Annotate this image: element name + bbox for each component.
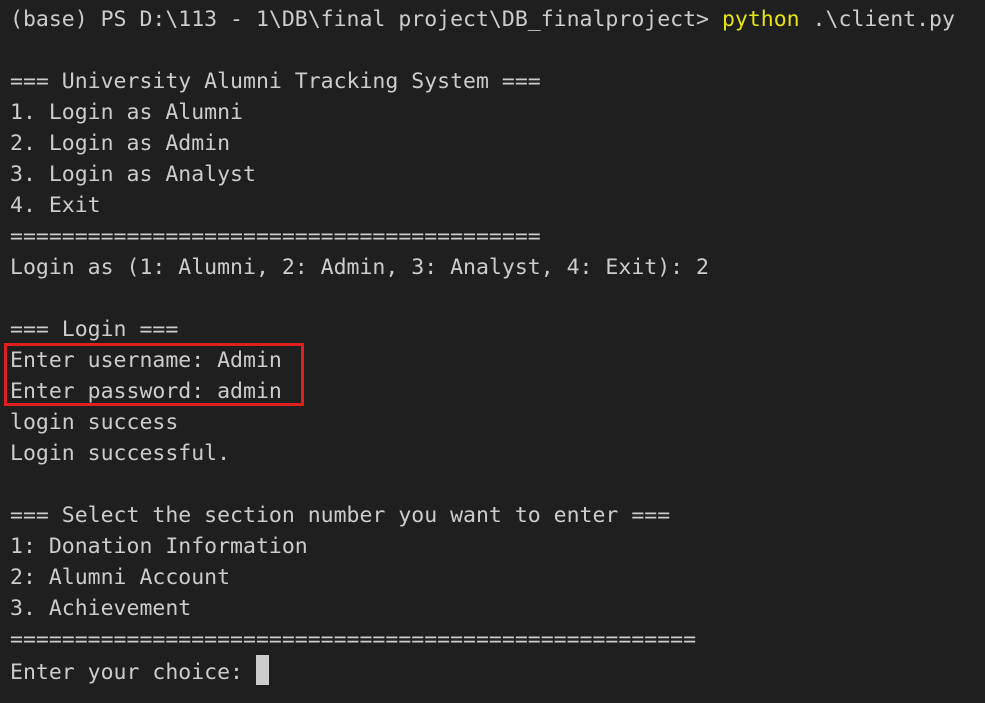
login-title: === Login === [10, 317, 179, 342]
choice-prompt: Enter your choice: [10, 660, 256, 685]
text-cursor[interactable] [255, 655, 269, 685]
menu-option-alumni: 1. Login as Alumni [10, 100, 243, 125]
section-title: === Select the section number you want t… [10, 503, 671, 528]
terminal-window[interactable]: (base) PS D:\113 - 1\DB\final project\DB… [0, 0, 985, 703]
section-option-alumni-account: 2: Alumni Account [10, 565, 231, 590]
prompt-command: python [721, 7, 800, 32]
username-line: Enter username: Admin [10, 348, 282, 373]
choice-input-line[interactable]: Enter your choice: [10, 655, 985, 686]
menu-option-exit: 4. Exit [10, 193, 101, 218]
prompt-args: .\client.py [799, 7, 955, 32]
prompt-path: (base) PS D:\113 - 1\DB\final project\DB… [10, 7, 722, 32]
login-as-prompt: Login as (1: Alumni, 2: Admin, 3: Analys… [10, 255, 709, 280]
menu-title: === University Alumni Tracking System ==… [10, 69, 541, 94]
section-option-achievement: 3. Achievement [10, 596, 192, 621]
section-option-donation: 1: Donation Information [10, 534, 308, 559]
menu-separator: ========================================… [10, 224, 541, 249]
menu-option-analyst: 3. Login as Analyst [10, 162, 256, 187]
section-separator: ========================================… [10, 627, 697, 652]
menu-option-admin: 2. Login as Admin [10, 131, 231, 156]
login-status-1: login success [10, 410, 179, 435]
login-status-2: Login successful. [10, 441, 231, 466]
password-line: Enter password: admin [10, 379, 282, 404]
prompt-line: (base) PS D:\113 - 1\DB\final project\DB… [10, 4, 985, 35]
